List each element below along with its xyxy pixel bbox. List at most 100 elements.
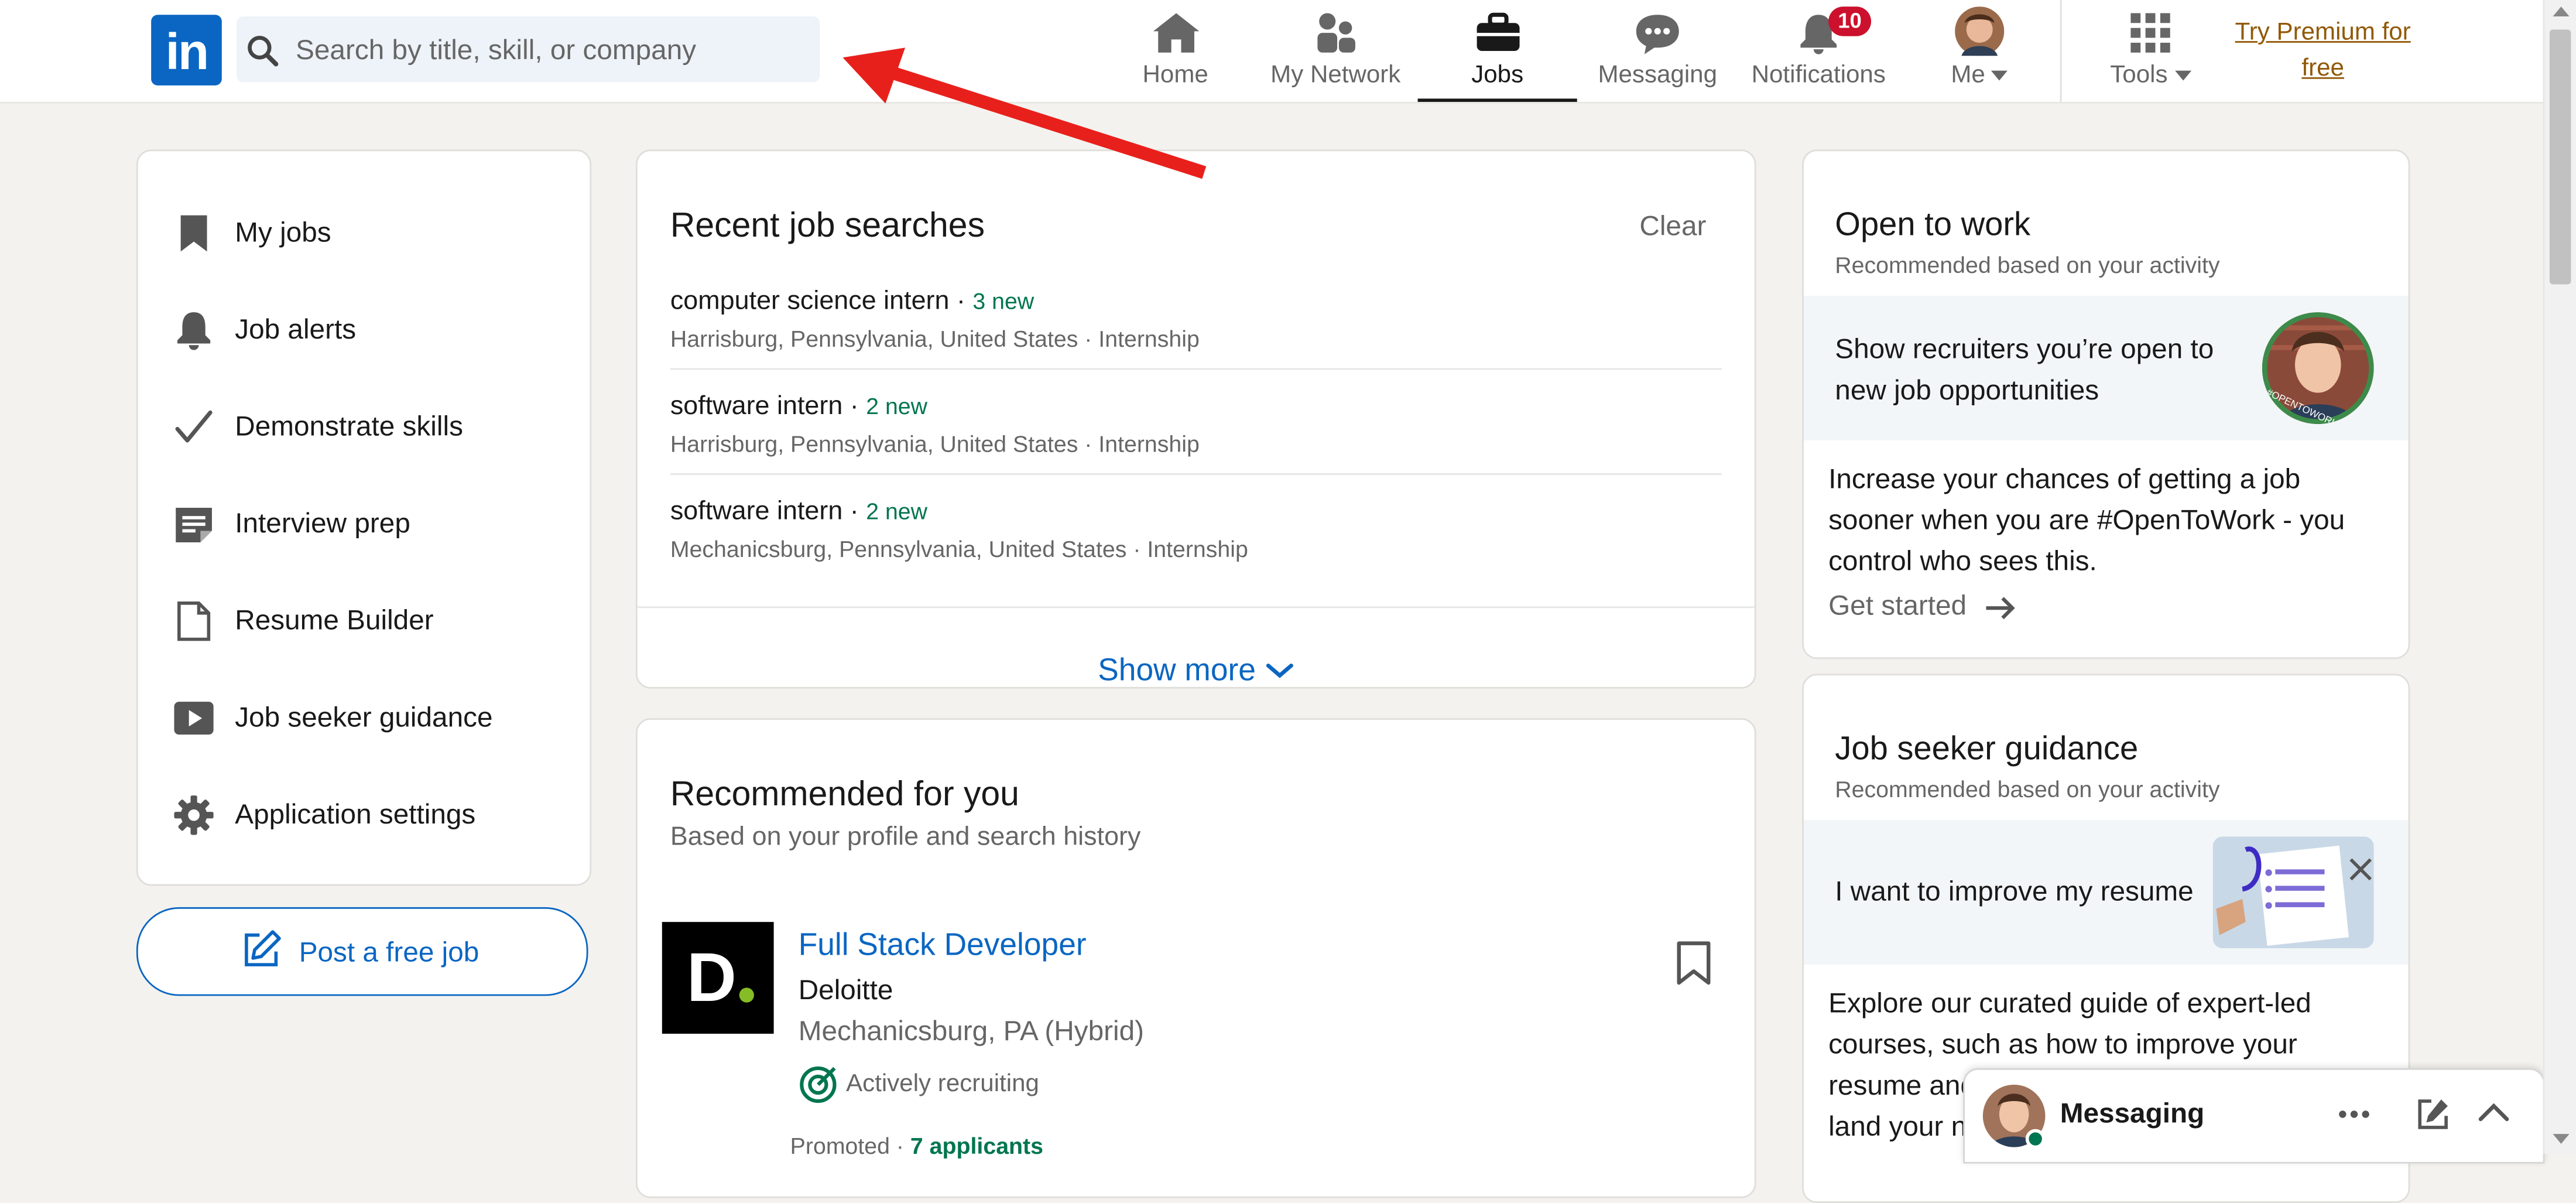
nav-notifications-label: Notifications — [1751, 60, 1886, 89]
premium-line-1: Try Premium for — [2235, 18, 2411, 46]
search-location: Harrisburg, Pennsylvania, United States … — [670, 430, 1200, 457]
search-query: software intern · 2 new — [670, 498, 928, 526]
more-options-icon[interactable] — [2338, 1109, 2371, 1119]
open-to-work-banner-text: Show recruiters you’re open to new job o… — [1835, 333, 2214, 406]
guidance-banner[interactable]: I want to improve my resume — [1803, 820, 2409, 965]
compose-icon[interactable] — [2417, 1098, 2450, 1130]
nav-notifications[interactable]: 10 Notifications — [1738, 0, 1899, 102]
search-query: software intern · 2 new — [670, 392, 928, 421]
recent-searches-card: Recent job searches Clear computer scien… — [635, 149, 1756, 689]
search-input[interactable] — [292, 16, 809, 86]
row-divider — [670, 473, 1722, 475]
scrollbar-thumb[interactable] — [2549, 29, 2571, 285]
show-more-button[interactable]: Show more — [1098, 631, 1294, 687]
nav-me-text: Me — [1951, 60, 1985, 89]
arrow-right-icon — [1986, 596, 2015, 618]
try-premium-link[interactable]: Try Premium for free — [2221, 15, 2425, 87]
open-to-work-title: Open to work — [1835, 207, 2031, 244]
annotation-arrow — [842, 47, 1207, 179]
sidebar-item-label: Job alerts — [235, 313, 357, 346]
bell-icon — [177, 312, 211, 350]
open-to-work-subtitle: Recommended based on your activity — [1835, 251, 2220, 278]
nav-my-network[interactable]: My Network — [1253, 0, 1418, 102]
nav-tools-text: Tools — [2110, 60, 2168, 89]
play-icon — [174, 702, 214, 735]
show-more-footer: Show more — [637, 606, 1755, 687]
sidebar-item-job-seeker-guidance[interactable]: Job seeker guidance — [174, 685, 568, 751]
sidebar-item-application-settings[interactable]: Application settings — [174, 782, 568, 848]
nav-jobs-label: Jobs — [1471, 60, 1524, 89]
query-text: computer science intern — [670, 288, 950, 316]
premium-line-2: free — [2301, 54, 2344, 83]
post-free-job-button[interactable]: Post a free job — [136, 907, 588, 996]
job-title-link[interactable]: Full Stack Developer — [799, 928, 1087, 965]
recent-search-item[interactable]: software intern · 2 new Harrisburg, Penn… — [670, 393, 1722, 495]
grid-icon — [2130, 13, 2170, 53]
jobs-sidebar: My jobs Job alerts Demonstrate skills In… — [136, 149, 592, 886]
query-text: software intern — [670, 392, 843, 421]
search-location: Harrisburg, Pennsylvania, United States … — [670, 325, 1200, 352]
notification-count-badge: 10 — [1828, 6, 1872, 36]
post-free-job-label: Post a free job — [299, 937, 479, 968]
job-location: Mechanicsburg, PA (Hybrid) — [798, 1016, 1145, 1047]
recent-searches-title: Recent job searches — [670, 207, 985, 245]
profile-avatar — [1955, 6, 2005, 56]
clear-searches-button[interactable]: Clear — [1639, 210, 1706, 243]
search-query: computer science intern · 3 new — [670, 288, 1034, 316]
briefcase-icon — [1476, 12, 1519, 51]
nav-jobs[interactable]: Jobs — [1417, 0, 1577, 102]
nav-me[interactable]: Me — [1902, 0, 2057, 102]
search-box[interactable] — [237, 16, 820, 86]
chevron-up-icon[interactable] — [2477, 1101, 2510, 1124]
sidebar-item-resume-builder[interactable]: Resume Builder — [174, 589, 568, 654]
messaging-overlay[interactable]: Messaging — [1963, 1068, 2545, 1164]
sidebar-item-my-jobs[interactable]: My jobs — [174, 200, 568, 266]
get-started-button[interactable]: Get started — [1828, 590, 2017, 623]
people-icon — [1317, 13, 1355, 53]
messaging-avatar — [1982, 1084, 2046, 1149]
chevron-down-icon — [1992, 70, 2009, 81]
chevron-down-icon — [2174, 70, 2191, 81]
nav-my-network-label: My Network — [1270, 60, 1401, 89]
deloitte-logo-letter: D — [686, 938, 737, 1016]
nav-tools[interactable]: Tools — [2073, 0, 2228, 102]
company-logo[interactable]: D — [662, 922, 774, 1034]
scroll-up-arrow-icon[interactable] — [2553, 6, 2570, 17]
recommended-card: Recommended for you Based on your profil… — [635, 718, 1756, 1198]
sidebar-item-job-alerts[interactable]: Job alerts — [174, 298, 568, 363]
gear-icon — [174, 795, 214, 835]
search-location: Mechanicsburg, Pennsylvania, United Stat… — [670, 535, 1248, 562]
sidebar-item-label: Resume Builder — [235, 604, 434, 636]
scroll-down-arrow-icon[interactable] — [2553, 1134, 2570, 1144]
new-count: 2 new — [866, 392, 928, 419]
document-icon — [177, 601, 211, 641]
page-scrollbar[interactable] — [2543, 0, 2576, 1154]
row-divider — [670, 368, 1722, 370]
nav-messaging-label: Messaging — [1598, 60, 1718, 89]
linkedin-logo[interactable]: in — [151, 15, 222, 86]
get-started-label: Get started — [1828, 590, 1967, 621]
sidebar-item-interview-prep[interactable]: Interview prep — [174, 491, 568, 557]
recent-search-item[interactable]: computer science intern · 3 new Harrisbu… — [670, 288, 1722, 389]
bookmark-icon — [180, 215, 207, 252]
applicant-count: 7 applicants — [910, 1132, 1043, 1159]
checkmark-icon — [175, 410, 213, 443]
guidance-banner-text: I want to improve my resume — [1835, 876, 2194, 907]
nav-divider — [2060, 0, 2062, 102]
nav-messaging[interactable]: Messaging — [1577, 0, 1738, 102]
job-company: Deloitte — [798, 974, 893, 1006]
promoted-label: Promoted · — [790, 1132, 910, 1159]
sidebar-item-label: Application settings — [235, 798, 476, 831]
resume-illustration — [2212, 836, 2374, 949]
notes-icon — [176, 508, 212, 542]
status-text: Actively recruiting — [846, 1069, 1039, 1098]
sidebar-item-demonstrate-skills[interactable]: Demonstrate skills — [174, 394, 568, 460]
open-to-work-banner[interactable]: Show recruiters you’re open to new job o… — [1803, 296, 2409, 441]
recommended-title: Recommended for you — [670, 775, 1019, 814]
save-job-bookmark-icon[interactable] — [1676, 940, 1712, 986]
global-nav: in Home My Network — [0, 0, 2543, 104]
new-count: 3 new — [972, 288, 1034, 314]
sidebar-item-label: Demonstrate skills — [235, 411, 463, 442]
recent-search-item[interactable]: software intern · 2 new Mechanicsburg, P… — [670, 498, 1722, 600]
sidebar-item-label: My jobs — [235, 217, 331, 248]
